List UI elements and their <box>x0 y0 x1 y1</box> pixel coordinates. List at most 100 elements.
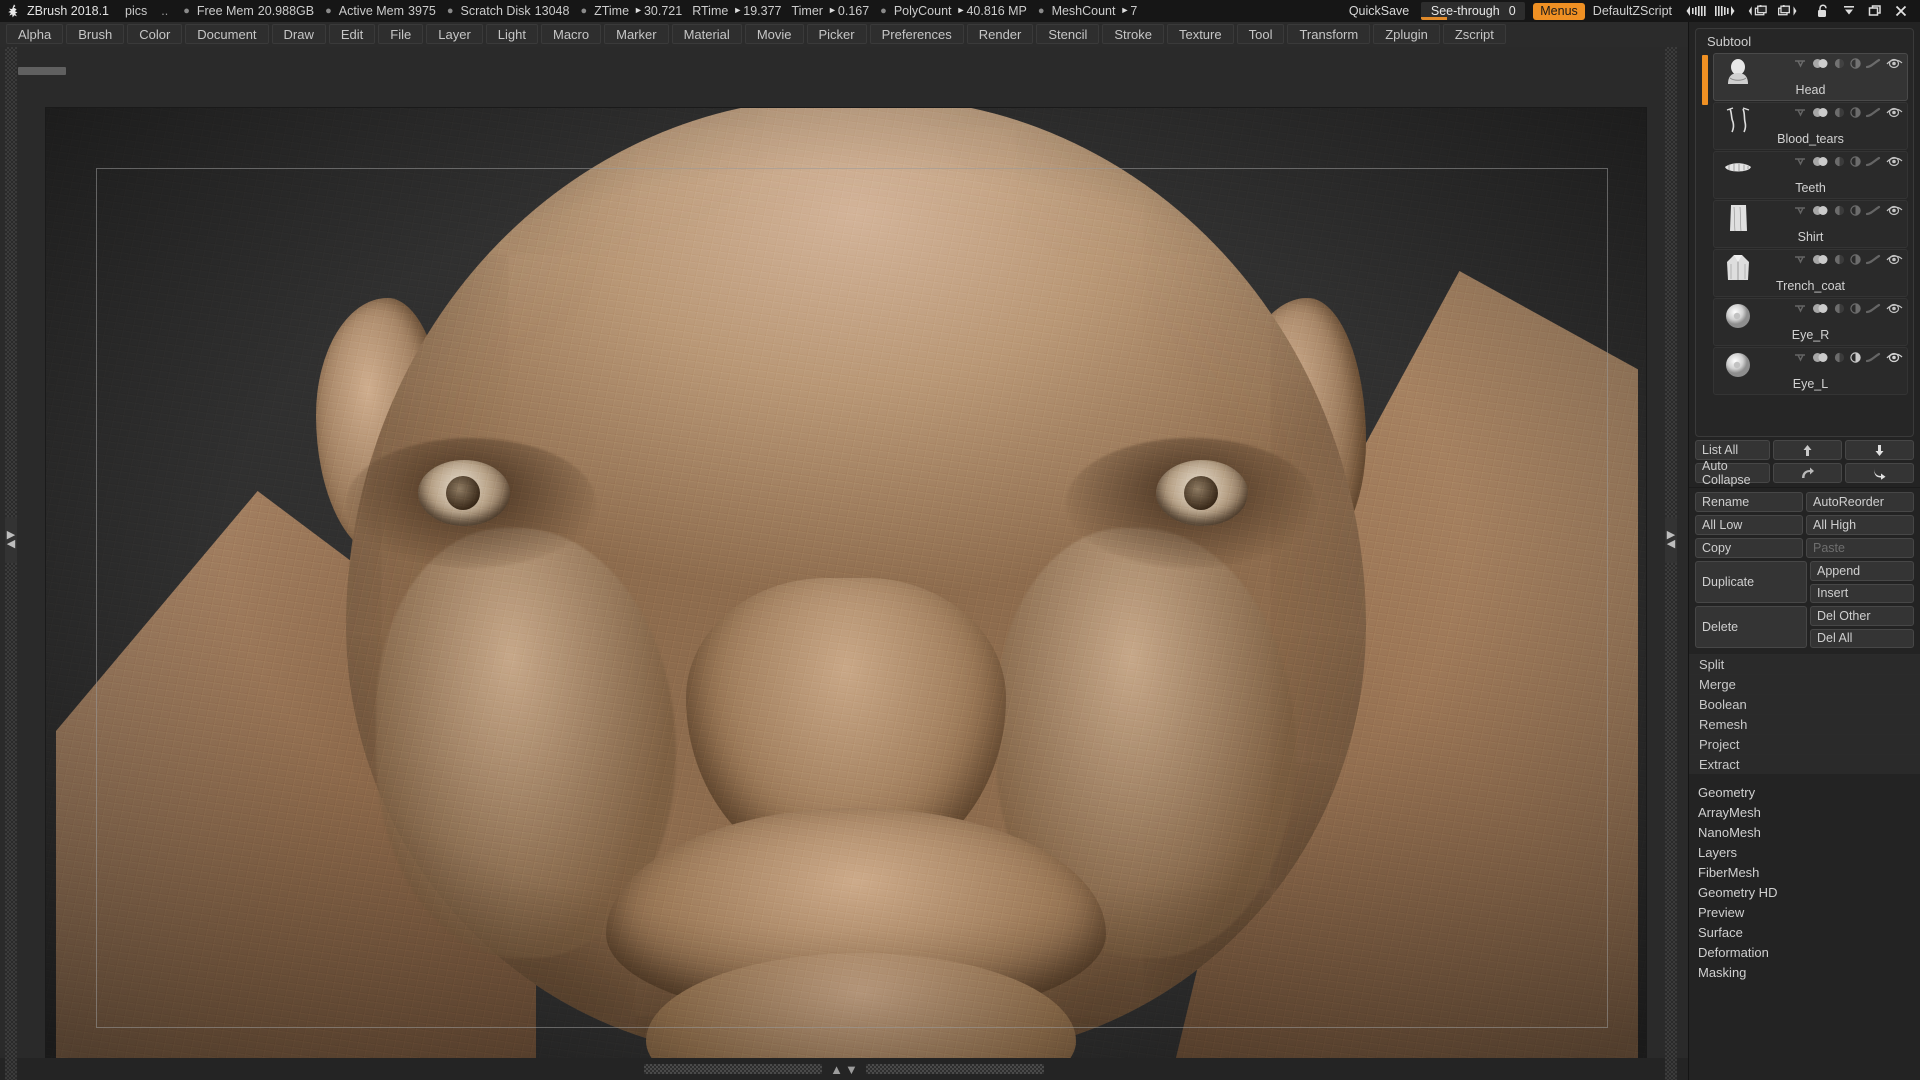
project-item[interactable]: Project <box>1689 734 1920 754</box>
auto-collapse-button[interactable]: Auto Collapse <box>1695 459 1770 487</box>
lock-unlocked-icon[interactable] <box>1810 1 1836 21</box>
visibility-double-circle-icon[interactable] <box>1812 156 1829 167</box>
arrow-up-icon[interactable] <box>1773 440 1842 460</box>
3d-viewport[interactable] <box>45 107 1647 1080</box>
append-button[interactable]: Append <box>1810 561 1914 581</box>
subtool-arrow-icon[interactable] <box>1794 58 1807 69</box>
duplicate-button[interactable]: Duplicate <box>1695 561 1807 603</box>
see-through-slider[interactable]: See-through 0 <box>1421 2 1526 20</box>
menu-layer[interactable]: Layer <box>426 24 483 44</box>
section-deformation[interactable]: Deformation <box>1689 942 1920 962</box>
menu-stroke[interactable]: Stroke <box>1102 24 1164 44</box>
section-preview[interactable]: Preview <box>1689 902 1920 922</box>
scroll-track-left[interactable] <box>644 1064 823 1074</box>
eye-visibility-icon[interactable] <box>1886 254 1903 265</box>
subtool-arrow-icon[interactable] <box>1794 156 1807 167</box>
polypaint-brush-icon[interactable] <box>1866 107 1881 118</box>
subtool-arrow-icon[interactable] <box>1794 205 1807 216</box>
eye-visibility-icon[interactable] <box>1886 303 1903 314</box>
document-name[interactable]: pics <box>125 4 147 18</box>
subtool-list-empty-area[interactable] <box>1713 396 1908 430</box>
polypaint-brush-icon[interactable] <box>1866 352 1881 363</box>
visibility-double-circle-icon[interactable] <box>1812 303 1829 314</box>
canvas-scroll-handle[interactable] <box>18 67 66 75</box>
all-low-button[interactable]: All Low <box>1695 515 1803 535</box>
slider-right-icon[interactable] <box>1712 1 1738 21</box>
visibility-double-circle-icon[interactable] <box>1812 107 1829 118</box>
subtool-row[interactable]: Teeth <box>1713 151 1908 199</box>
quicksave-button[interactable]: QuickSave <box>1337 4 1421 18</box>
canvas-bottom-scroll-strip[interactable]: ▲ ▼ <box>0 1058 1688 1080</box>
all-high-button[interactable]: All High <box>1806 515 1914 535</box>
eye-visibility-icon[interactable] <box>1886 205 1903 216</box>
copy-button[interactable]: Copy <box>1695 538 1803 558</box>
menu-movie[interactable]: Movie <box>744 24 804 44</box>
section-nanomesh[interactable]: NanoMesh <box>1689 822 1920 842</box>
eye-visibility-icon[interactable] <box>1886 156 1903 167</box>
visibility-double-circle-icon[interactable] <box>1812 205 1829 216</box>
menu-transform[interactable]: Transform <box>1287 24 1371 44</box>
split-circle-icon[interactable] <box>1850 107 1861 118</box>
split-circle-icon[interactable] <box>1850 303 1861 314</box>
scroll-up-arrow-icon[interactable]: ▲ <box>830 1063 843 1076</box>
subtool-row[interactable]: Shirt <box>1713 200 1908 248</box>
subtool-row-icons[interactable] <box>1794 352 1903 363</box>
menu-texture[interactable]: Texture <box>1166 24 1234 44</box>
extract-item[interactable]: Extract <box>1689 754 1920 774</box>
menu-render[interactable]: Render <box>966 24 1034 44</box>
polypaint-brush-icon[interactable] <box>1866 58 1881 69</box>
rename-button[interactable]: Rename <box>1695 492 1803 512</box>
visibility-double-circle-icon[interactable] <box>1812 254 1829 265</box>
menu-material[interactable]: Material <box>671 24 742 44</box>
section-arraymesh[interactable]: ArrayMesh <box>1689 802 1920 822</box>
subtool-arrow-icon[interactable] <box>1794 107 1807 118</box>
zscript-name-label[interactable]: DefaultZScript <box>1593 4 1672 18</box>
subtool-row-icons[interactable] <box>1794 254 1903 265</box>
subtool-row-icons[interactable] <box>1794 107 1903 118</box>
menu-light[interactable]: Light <box>485 24 538 44</box>
document-path-dots[interactable]: .. <box>161 4 168 18</box>
menu-macro[interactable]: Macro <box>540 24 602 44</box>
subtool-arrow-icon[interactable] <box>1794 254 1807 265</box>
restore-icon[interactable] <box>1862 1 1888 21</box>
eye-visibility-icon[interactable] <box>1886 58 1903 69</box>
menu-picker[interactable]: Picker <box>806 24 867 44</box>
menu-tool[interactable]: Tool <box>1236 24 1285 44</box>
menu-stencil[interactable]: Stencil <box>1036 24 1100 44</box>
windows-prev-icon[interactable] <box>1748 1 1774 21</box>
insert-button[interactable]: Insert <box>1810 583 1914 603</box>
menu-edit[interactable]: Edit <box>328 24 376 44</box>
menus-button[interactable]: Menus <box>1533 2 1585 20</box>
menu-zplugin[interactable]: Zplugin <box>1373 24 1440 44</box>
close-icon[interactable] <box>1888 1 1914 21</box>
section-surface[interactable]: Surface <box>1689 922 1920 942</box>
section-layers[interactable]: Layers <box>1689 842 1920 862</box>
scroll-down-arrow-icon[interactable]: ▼ <box>845 1063 858 1076</box>
split-circle-icon[interactable] <box>1850 205 1861 216</box>
del-all-button[interactable]: Del All <box>1810 628 1914 648</box>
split-circle-icon[interactable] <box>1850 58 1861 69</box>
half-circle-icon[interactable] <box>1834 205 1845 216</box>
menu-marker[interactable]: Marker <box>604 24 669 44</box>
right-tray[interactable]: ▶ ◀ <box>1665 47 1677 1080</box>
scroll-track-right[interactable] <box>865 1064 1044 1074</box>
subtool-row[interactable]: Head <box>1713 53 1908 101</box>
subtool-row[interactable]: Eye_R <box>1713 298 1908 346</box>
subtool-arrow-icon[interactable] <box>1794 352 1807 363</box>
split-item[interactable]: Split <box>1689 654 1920 674</box>
del-other-button[interactable]: Del Other <box>1810 606 1914 626</box>
tray-expand-right-icon[interactable]: ▶ ◀ <box>1665 517 1677 563</box>
split-circle-icon[interactable] <box>1850 254 1861 265</box>
eye-visibility-icon[interactable] <box>1886 352 1903 363</box>
polypaint-brush-icon[interactable] <box>1866 254 1881 265</box>
subtool-row-icons[interactable] <box>1794 205 1903 216</box>
subtool-list[interactable]: Head Blood_tears Teeth Shirt Trench_coat… <box>1701 53 1908 430</box>
canvas-area[interactable]: ▲ ▼ <box>0 47 1688 1080</box>
split-circle-icon[interactable] <box>1850 352 1861 363</box>
arrow-turn-right-icon[interactable] <box>1773 463 1842 483</box>
section-geometry-hd[interactable]: Geometry HD <box>1689 882 1920 902</box>
subtool-row[interactable]: Eye_L <box>1713 347 1908 395</box>
menu-color[interactable]: Color <box>127 24 183 44</box>
subtool-row-icons[interactable] <box>1794 58 1903 69</box>
menu-brush[interactable]: Brush <box>66 24 125 44</box>
